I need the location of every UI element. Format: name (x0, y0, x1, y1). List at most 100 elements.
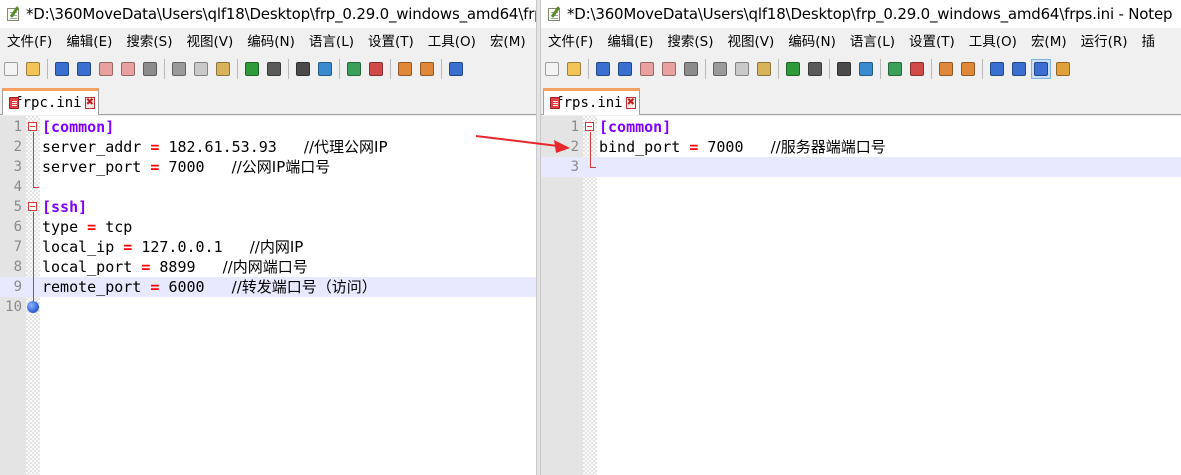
tab-frps-ini[interactable]: frps.ini ✖ (543, 88, 640, 115)
menu-item-4[interactable]: 视图(V) (721, 31, 782, 53)
redo-icon[interactable] (806, 60, 824, 78)
copy-icon[interactable] (733, 60, 751, 78)
new-file-icon[interactable] (543, 60, 561, 78)
undo-icon[interactable] (784, 60, 802, 78)
fold-toggle-icon[interactable] (28, 122, 37, 131)
undo-icon[interactable] (243, 60, 261, 78)
print-icon[interactable] (682, 60, 700, 78)
config-key: remote_port (42, 278, 142, 296)
menu-item-11[interactable]: 插 (1135, 31, 1163, 53)
fold-toggle-icon[interactable] (28, 202, 37, 211)
menu-item-9[interactable]: 宏(M) (1024, 31, 1074, 53)
save-icon[interactable] (594, 60, 612, 78)
menu-item-3[interactable]: 搜索(S) (660, 31, 720, 53)
inline-comment: //公网IP端口号 (231, 158, 331, 176)
config-key: server_addr (42, 138, 142, 156)
left-title-bar[interactable]: *D:\360MoveData\Users\qlf18\Desktop\frp_… (0, 0, 536, 28)
line-content: server_addr = 182.61.53.93 //代理公网IP (42, 137, 387, 157)
code-line[interactable]: 7 local_ip = 127.0.0.1 //内网IP (0, 237, 536, 257)
code-line[interactable]: 1 [common] (0, 117, 536, 137)
code-line[interactable]: 3 (541, 157, 1181, 177)
menu-item-10[interactable]: 运行(R) (1074, 31, 1135, 53)
copy-icon[interactable] (192, 60, 210, 78)
menu-item-7[interactable]: 设置(T) (361, 31, 421, 53)
code-line[interactable]: 4 (0, 177, 536, 197)
toolbar-separator (339, 58, 340, 79)
paste-icon[interactable] (214, 60, 232, 78)
show-all-chars-icon[interactable] (1010, 60, 1028, 78)
sync-vertical-icon[interactable] (396, 60, 414, 78)
menu-item-7[interactable]: 设置(T) (902, 31, 962, 53)
close-tab-icon[interactable]: ✖ (84, 97, 95, 109)
close-tab-icon[interactable]: ✖ (625, 97, 636, 109)
menu-item-5[interactable]: 编码(N) (781, 31, 843, 53)
fold-toggle-icon[interactable] (585, 122, 594, 131)
config-value: 7000 (707, 138, 744, 156)
open-file-icon[interactable] (24, 60, 42, 78)
line-number: 3 (570, 159, 579, 175)
user-defined-language-icon[interactable] (1054, 60, 1072, 78)
menu-item-8[interactable]: 工具(O) (421, 31, 483, 53)
menu-item-2[interactable]: 编辑(E) (59, 31, 119, 53)
print-icon[interactable] (141, 60, 159, 78)
code-line[interactable]: 10 (0, 297, 536, 317)
word-wrap-icon[interactable] (988, 60, 1006, 78)
find-icon[interactable] (835, 60, 853, 78)
right-editor[interactable]: 1 [common] 2 bind_port = 7000 //服务器端端口号 3 (541, 116, 1181, 475)
menu-item-4[interactable]: 视图(V) (180, 31, 241, 53)
word-wrap-icon[interactable] (447, 60, 465, 78)
save-all-icon[interactable] (616, 60, 634, 78)
close-icon[interactable] (97, 60, 115, 78)
line-content: local_port = 8899 //内网端口号 (42, 257, 308, 277)
menu-item-8[interactable]: 工具(O) (962, 31, 1024, 53)
save-all-icon[interactable] (75, 60, 93, 78)
right-menu-bar: 文件(F) 编辑(E) 搜索(S) 视图(V) 编码(N) 语言(L) 设置(T) 工具(O)… (541, 31, 1181, 53)
bookmark-icon[interactable] (27, 301, 39, 313)
open-file-icon[interactable] (565, 60, 583, 78)
tab-frpc-ini[interactable]: frpc.ini ✖ (2, 88, 99, 115)
new-file-icon[interactable] (2, 60, 20, 78)
menu-item-3[interactable]: 搜索(S) (119, 31, 179, 53)
code-line[interactable]: 1 [common] (541, 117, 1181, 137)
code-line[interactable]: 3 server_port = 7000 //公网IP端口号 (0, 157, 536, 177)
line-content: bind_port = 7000 //服务器端端口号 (599, 137, 886, 157)
save-icon[interactable] (53, 60, 71, 78)
cut-icon[interactable] (170, 60, 188, 78)
right-title-bar[interactable]: *D:\360MoveData\Users\qlf18\Desktop\frp_… (541, 0, 1181, 28)
close-icon[interactable] (638, 60, 656, 78)
code-line[interactable]: 9 remote_port = 6000 //转发端口号（访问） (0, 277, 536, 297)
menu-item-9[interactable]: 宏(M) (483, 31, 533, 53)
code-line[interactable]: 8 local_port = 8899 //内网端口号 (0, 257, 536, 277)
config-value: 6000 (168, 278, 205, 296)
menu-item-1[interactable]: 文件(F) (0, 31, 59, 53)
line-number: 1 (13, 119, 22, 135)
zoom-out-icon[interactable] (908, 60, 926, 78)
indent-guide-icon[interactable] (1031, 58, 1051, 79)
replace-icon[interactable] (857, 60, 875, 78)
code-line[interactable]: 2 server_addr = 182.61.53.93 //代理公网IP (0, 137, 536, 157)
code-line[interactable]: 6 type = tcp (0, 217, 536, 237)
zoom-in-icon[interactable] (886, 60, 904, 78)
redo-icon[interactable] (265, 60, 283, 78)
zoom-out-icon[interactable] (367, 60, 385, 78)
menu-item-1[interactable]: 文件(F) (541, 31, 600, 53)
zoom-in-icon[interactable] (345, 60, 363, 78)
menu-item-2[interactable]: 编辑(E) (600, 31, 660, 53)
menu-item-5[interactable]: 编码(N) (240, 31, 302, 53)
close-all-icon[interactable] (119, 60, 137, 78)
replace-icon[interactable] (316, 60, 334, 78)
cut-icon[interactable] (711, 60, 729, 78)
left-editor[interactable]: 1 [common] 2 server_addr = 182.61.53.93 //代… (0, 116, 536, 475)
sync-vertical-icon[interactable] (937, 60, 955, 78)
code-line[interactable]: 5 [ssh] (0, 197, 536, 217)
menu-item-6[interactable]: 语言(L) (843, 31, 902, 53)
right-tab-bar: frps.ini ✖ (541, 85, 1181, 115)
sync-horizontal-icon[interactable] (959, 60, 977, 78)
toolbar-separator (441, 58, 442, 79)
menu-item-6[interactable]: 语言(L) (302, 31, 361, 53)
close-all-icon[interactable] (660, 60, 678, 78)
sync-horizontal-icon[interactable] (418, 60, 436, 78)
code-line[interactable]: 2 bind_port = 7000 //服务器端端口号 (541, 137, 1181, 157)
find-icon[interactable] (294, 60, 312, 78)
paste-icon[interactable] (755, 60, 773, 78)
